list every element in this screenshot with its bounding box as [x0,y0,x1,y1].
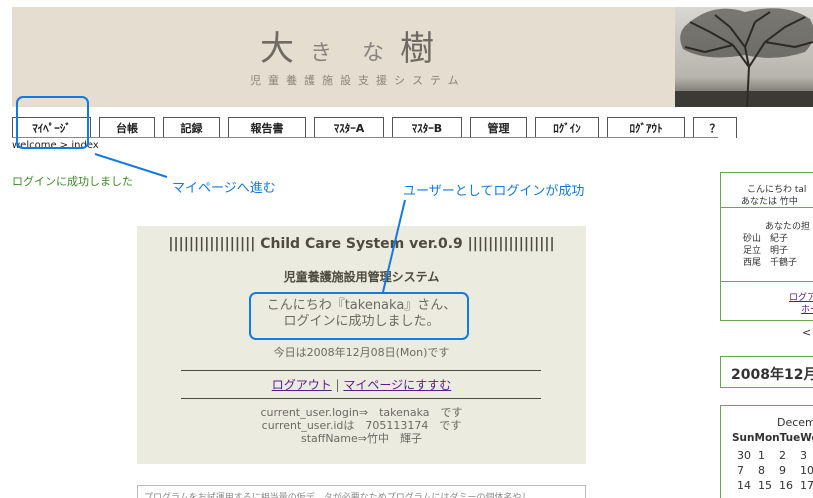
nav-records[interactable]: 記録 [163,117,220,138]
divider [181,370,541,371]
calendar-day[interactable]: 30 [737,449,751,462]
info-staff: staffName⇒竹中 輝子 [300,432,423,445]
divider [721,281,813,282]
sidebar-date-heading: 2008年12月 [720,356,813,388]
mypage-link[interactable]: マイページにすすむ [343,378,451,392]
user-info: current_user.login⇒ takenaka です current_… [137,406,586,445]
app-subtitle: 児童養護施設支援システム [250,74,466,87]
nav-logout[interactable]: ﾛｸﾞｱｳﾄ [607,117,685,138]
child-item[interactable]: 西尾 千鶴子 [743,255,797,268]
title-char: な [362,41,387,66]
sidebar-user-box: こんにちわ tal あなたは 竹中 あなたの担 砂山 紀子 足立 明子 西尾 千… [720,172,813,321]
nav-reports[interactable]: 報告書 [228,117,306,138]
nav-admin[interactable]: 管理 [470,117,527,138]
calendar-day[interactable]: 9 [779,464,786,477]
divider [181,398,541,399]
calendar-day[interactable]: 7 [737,464,744,477]
system-title: ||||||||||||||||| Child Care System ver.… [168,236,555,252]
info-login: current_user.login⇒ takenaka です [260,406,463,419]
nav-help[interactable]: ？ [693,117,737,138]
title-char: 大 [260,29,296,69]
greeting-highlight [249,292,469,340]
info-id: current_user.idは 705113174 です [261,419,462,432]
sidebar-user-name: あなたは 竹中 [741,197,798,207]
annotation-login-success: ユーザーとしてログインが成功 [403,184,585,199]
nav-master-b[interactable]: ﾏｽﾀｰB [392,117,462,138]
divider [721,207,813,208]
nav-master-a[interactable]: ﾏｽﾀｰA [314,117,384,138]
tree-photo [675,7,813,107]
calendar-day[interactable]: 1 [758,449,765,462]
sidebar-home-link[interactable]: ホー [801,302,813,315]
notice-box: プログラムをお試運用するに相当量の仮デ タが必要なためプログラムにはダミーの個体… [137,485,586,498]
calendar-day[interactable]: 16 [779,479,793,492]
title-char: き [310,41,335,66]
link-separator: | [335,378,340,392]
login-success-message: ログインに成功しました [12,175,133,188]
calendar-day[interactable]: 17 [800,479,813,492]
calendar: Decem SunMonTueWe 30 1 2 3 7 8 9 10 14 15 16 17 [720,405,813,498]
sidebar-arrow[interactable]: < [802,326,811,339]
logout-link[interactable]: ログアウト [272,378,332,392]
calendar-day[interactable]: 15 [758,479,772,492]
calendar-day[interactable]: 8 [758,464,765,477]
calendar-day[interactable]: 10 [800,464,813,477]
calendar-day[interactable]: 14 [737,479,751,492]
annotation-mypage: マイページへ進む [172,181,276,196]
calendar-day[interactable]: 2 [779,449,786,462]
welcome-panel: ||||||||||||||||| Child Care System ver.… [137,226,586,464]
notice-text: プログラムをお試運用するに相当量の仮デ タが必要なためプログラムにはダミーの個体… [144,493,531,498]
title-char: 樹 [400,29,437,69]
app-title: 大き な樹 [260,21,436,70]
nav-login[interactable]: ﾛｸﾞｲﾝ [535,117,599,138]
calendar-weekdays: SunMonTueWe [732,432,813,444]
panel-links: ログアウト | マイページにすすむ [137,376,586,393]
nav-ledger[interactable]: 台帳 [99,117,155,138]
calendar-day[interactable]: 3 [800,449,807,462]
today-date: 今日は2008年12月08日(Mon)です [273,346,450,359]
nav-divider [12,137,718,138]
header-banner: 大き な樹 児童養護施設支援システム [12,7,813,107]
system-subtitle: 児童養護施設用管理システム [283,270,440,284]
mypage-highlight [16,96,89,149]
calendar-month: Decem [777,416,813,429]
main-nav: ﾏｲﾍﾟｰｼﾞ 台帳 記録 報告書 ﾏｽﾀｰA ﾏｽﾀｰB 管理 ﾛｸﾞｲﾝ ﾛ… [12,117,745,138]
